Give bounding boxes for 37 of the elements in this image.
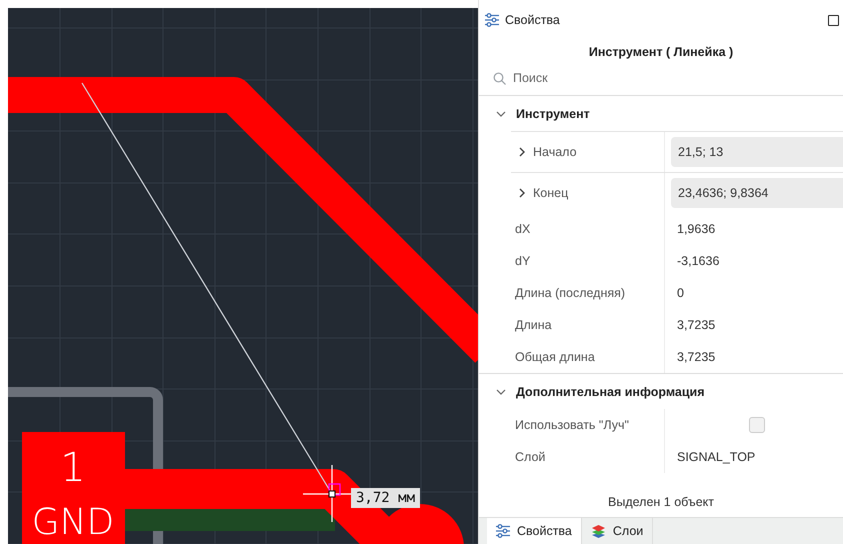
value-field[interactable]: 21,5; 13 <box>671 137 843 167</box>
panel-heading: Инструмент ( Линейка ) <box>588 45 734 59</box>
sliders-icon <box>496 524 510 538</box>
property-label: Начало <box>533 145 577 159</box>
property-value: 3,7235 <box>677 350 716 364</box>
chevron-icon[interactable] <box>517 188 527 198</box>
layers-icon <box>590 524 606 538</box>
property-value: 3,7235 <box>677 318 716 332</box>
sliders-icon <box>485 13 499 27</box>
panel-tab[interactable]: Свойства <box>487 518 582 544</box>
property-label: Длина (последняя) <box>515 286 626 300</box>
property-value: SIGNAL_TOP <box>677 450 756 464</box>
status-text: Выделен 1 объект <box>607 494 715 511</box>
search-field[interactable]: Поиск <box>513 71 713 85</box>
pad-net-label: GND <box>32 502 114 543</box>
section-header[interactable]: Инструмент <box>479 96 843 131</box>
panel-title: Свойства <box>505 13 560 27</box>
checkbox[interactable] <box>749 417 765 433</box>
chevron-icon[interactable] <box>517 147 527 157</box>
property-label: dX <box>515 222 530 236</box>
property-value: 1,9636 <box>677 222 716 236</box>
value-field[interactable]: 23,4636; 9,8364 <box>671 178 843 208</box>
maximize-icon[interactable] <box>828 14 839 26</box>
property-label: dY <box>515 254 530 268</box>
property-label: Длина <box>515 318 552 332</box>
panel-tab[interactable]: Слои <box>582 518 654 544</box>
property-label: Общая длина <box>515 350 595 364</box>
pad-number: 1 <box>60 445 86 491</box>
property-label: Конец <box>533 186 568 200</box>
section-header[interactable]: Дополнительная информация <box>479 374 843 409</box>
property-value: -3,1636 <box>677 254 720 268</box>
property-label: Слой <box>515 450 546 464</box>
pcb-canvas[interactable]: 1 GND 3,72 мм <box>8 8 478 544</box>
measurement-label: 3,72 мм <box>351 488 420 508</box>
property-label: Использовать "Луч" <box>515 418 629 432</box>
property-value: 0 <box>677 286 684 300</box>
search-icon <box>493 72 506 84</box>
